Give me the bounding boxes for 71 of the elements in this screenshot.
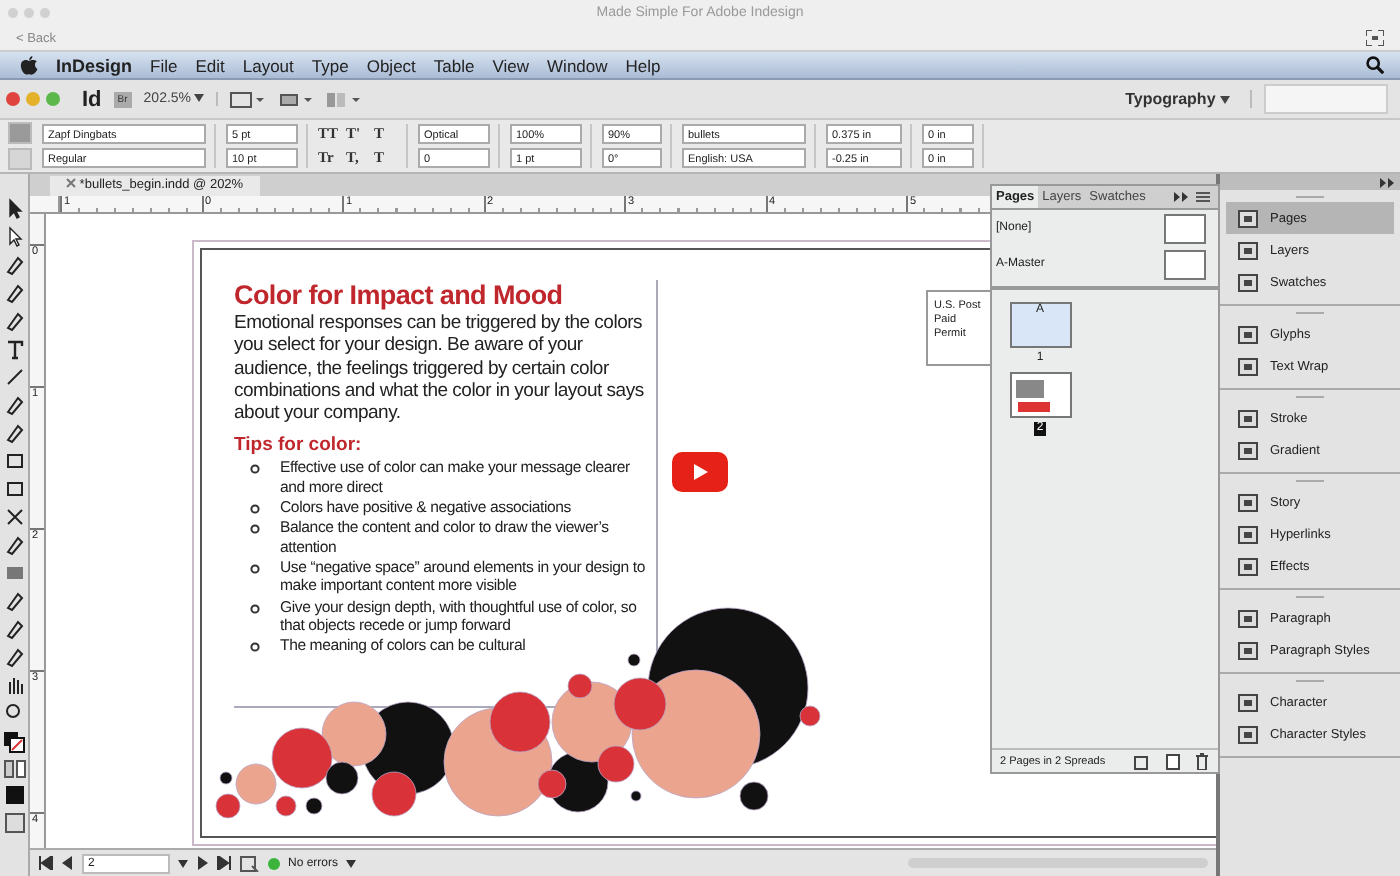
collapse-panel-icon[interactable] — [1174, 192, 1188, 202]
tool-icon[interactable] — [3, 590, 25, 612]
menu-item[interactable]: Help — [625, 55, 661, 75]
tool-icon[interactable] — [3, 282, 25, 304]
menu-item[interactable]: View — [492, 55, 530, 75]
trash-icon[interactable] — [1194, 752, 1210, 770]
bullet-icon — [250, 563, 260, 574]
page-thumbnail[interactable] — [1009, 372, 1071, 418]
screen-view-icon[interactable] — [3, 812, 25, 834]
caret-icon[interactable] — [178, 859, 188, 867]
next-page-icon[interactable] — [196, 856, 208, 870]
search-icon[interactable] — [1366, 56, 1384, 74]
tool-icon[interactable] — [3, 422, 25, 444]
bullet-icon — [250, 524, 260, 535]
previous-page-icon[interactable] — [62, 856, 74, 870]
line-tool-icon[interactable] — [3, 366, 25, 388]
screen-mode-icon[interactable] — [278, 89, 315, 109]
subheading: Tips for color: — [234, 434, 364, 457]
apple-icon[interactable] — [20, 55, 38, 75]
menu-item[interactable]: Type — [311, 55, 349, 75]
search-field[interactable] — [1264, 84, 1388, 114]
menu-item[interactable]: Table — [433, 55, 475, 75]
tool-icon[interactable] — [3, 534, 25, 556]
bullet-icon — [250, 642, 260, 653]
master-thumbnail[interactable] — [1164, 213, 1206, 243]
edit-page-size-icon[interactable] — [1134, 753, 1152, 769]
menu-item[interactable]: File — [150, 55, 178, 75]
normal-view-icon[interactable] — [3, 784, 25, 806]
tool-icon[interactable] — [3, 254, 25, 276]
window-dot-icon[interactable] — [40, 8, 50, 18]
menu-item[interactable]: Window — [547, 55, 608, 75]
master-thumbnail[interactable] — [1164, 249, 1206, 279]
app-menu[interactable]: InDesign — [56, 55, 133, 75]
menu-item[interactable]: Edit — [195, 55, 225, 75]
fill-stroke-swatch-icon[interactable] — [2, 730, 26, 754]
panel-menu-icon[interactable] — [1196, 192, 1210, 202]
bullet-icon — [250, 504, 260, 515]
fullscreen-icon[interactable] — [1366, 30, 1384, 46]
preflight-icon[interactable] — [240, 855, 260, 871]
tool-icon[interactable] — [3, 450, 25, 472]
close-tab-icon[interactable] — [66, 178, 76, 188]
scissors-icon[interactable] — [3, 506, 25, 528]
app-logo: Id — [82, 87, 102, 111]
type-tool-icon[interactable] — [3, 338, 25, 360]
body-paragraph: Emotional responses can be triggered by the colors you select for your design. Be aware of your audience, the feelings triggered by certain color combinations and what the color in your layout says about your company. — [234, 312, 646, 425]
caret-icon[interactable] — [1220, 96, 1230, 104]
view-options-icon[interactable] — [230, 89, 267, 109]
close-icon[interactable] — [6, 92, 20, 106]
tool-icon[interactable] — [3, 310, 25, 332]
last-page-icon[interactable] — [216, 856, 232, 870]
first-page-icon[interactable] — [38, 856, 54, 870]
selection-arrow-icon[interactable] — [3, 226, 25, 248]
status-dot-icon — [268, 857, 280, 869]
tool-icon[interactable] — [3, 478, 25, 500]
caret-icon[interactable] — [346, 859, 357, 867]
workspace-switcher[interactable]: Typography — [1105, 90, 1252, 108]
tool-icon[interactable] — [3, 618, 25, 640]
window-dot-icon[interactable] — [24, 8, 34, 18]
pen-tool-icon[interactable] — [3, 394, 25, 416]
menu-item[interactable]: Object — [366, 55, 416, 75]
bullet-icon — [250, 464, 260, 475]
menu-item[interactable]: Layout — [242, 55, 294, 75]
window-dot-icon[interactable] — [8, 8, 18, 18]
formatting-container-icon[interactable] — [3, 760, 25, 778]
selection-arrow-icon[interactable] — [3, 198, 25, 220]
bullet-icon — [250, 603, 260, 614]
heading: Color for Impact and Mood — [234, 280, 565, 310]
new-page-icon[interactable] — [1164, 753, 1182, 769]
tool-icon[interactable] — [3, 646, 25, 668]
play-button-icon[interactable] — [672, 452, 728, 492]
caret-icon[interactable] — [194, 94, 205, 102]
